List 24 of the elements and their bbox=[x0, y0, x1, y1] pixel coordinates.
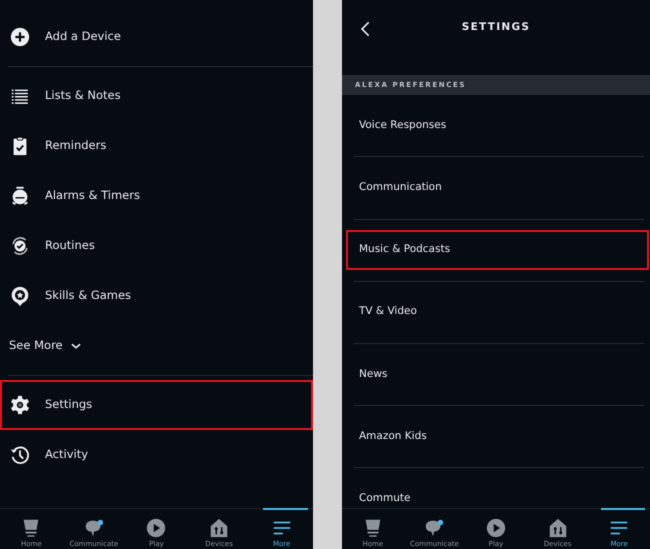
menu-item[interactable]: Add a Device bbox=[0, 12, 313, 62]
preference-item[interactable]: Commute bbox=[346, 468, 649, 508]
speech-star-icon bbox=[9, 285, 31, 307]
menu-item[interactable]: Routines bbox=[0, 221, 313, 271]
menu-item[interactable]: Activity bbox=[0, 430, 313, 480]
play-icon bbox=[484, 517, 507, 539]
menu-item[interactable]: See More bbox=[0, 321, 313, 371]
play-icon bbox=[145, 517, 168, 539]
preference-item[interactable]: News bbox=[346, 344, 649, 406]
menu-item[interactable]: Skills & Games bbox=[0, 271, 313, 321]
menu-item[interactable]: Settings bbox=[0, 380, 313, 430]
menu-item[interactable]: Reminders bbox=[0, 121, 313, 171]
preference-item[interactable]: Amazon Kids bbox=[346, 406, 649, 468]
menu-item[interactable]: Lists & Notes bbox=[0, 71, 313, 121]
history-icon bbox=[9, 444, 31, 466]
plus-icon bbox=[9, 26, 31, 48]
preference-item[interactable]: Music & Podcasts bbox=[346, 230, 649, 270]
preference-item[interactable]: Communication bbox=[346, 157, 649, 219]
settings-icon bbox=[9, 394, 31, 416]
menu-item[interactable]: Alarms & Timers bbox=[0, 171, 313, 221]
screen-title: SETTINGS bbox=[462, 20, 530, 33]
preference-item[interactable]: Voice Responses bbox=[346, 95, 649, 156]
preference-item[interactable]: TV & Video bbox=[346, 282, 649, 343]
smart-home-icon bbox=[208, 517, 230, 539]
